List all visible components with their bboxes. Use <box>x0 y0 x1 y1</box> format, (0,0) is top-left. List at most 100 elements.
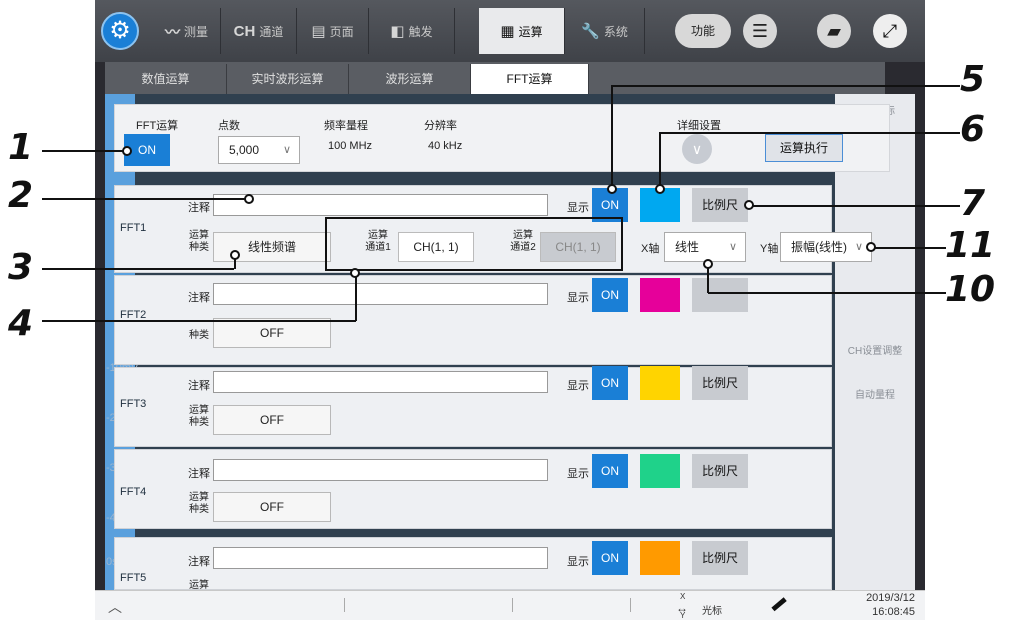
page-icon: ▤ <box>311 23 326 40</box>
note-input[interactable] <box>213 459 548 481</box>
chevron-down-icon[interactable]: ∨ <box>682 134 712 164</box>
scale-button[interactable] <box>692 278 748 312</box>
callout-2: 2 <box>8 175 34 216</box>
detail-settings-label: 详细设置 <box>677 120 721 132</box>
tab-channel[interactable]: CH 通道 <box>221 8 297 54</box>
subtab-realtime-wave[interactable]: 实时波形运算 <box>227 64 349 94</box>
tab-label: 页面 <box>329 24 354 39</box>
callout-line <box>872 247 946 249</box>
fft3-label: FFT3 <box>120 398 147 410</box>
display-label: 显示 <box>567 292 589 304</box>
function-button[interactable]: 功能 <box>675 14 731 48</box>
callout-5: 5 <box>960 59 986 100</box>
fft-label: FFT运算 <box>136 120 179 132</box>
callout-dot <box>655 184 665 194</box>
scale-button[interactable]: 比例尺 <box>692 541 748 575</box>
callout-dot <box>350 268 360 278</box>
color-swatch[interactable] <box>640 454 680 488</box>
xaxis-select[interactable]: 线性 ∨ <box>664 232 746 262</box>
display-label: 显示 <box>567 202 589 214</box>
channel-highlight-box <box>325 217 623 271</box>
subtab-numeric[interactable]: 数值运算 <box>105 64 227 94</box>
tab-system[interactable]: 🔧 系统 <box>565 8 645 54</box>
calc-label: 运算 <box>189 405 209 416</box>
divider <box>630 598 631 612</box>
tab-label: 运算 <box>518 24 543 39</box>
callout-dot <box>607 184 617 194</box>
tab-trigger[interactable]: ◧ 触发 <box>369 8 455 54</box>
cursor-y-label: Y <box>680 611 686 620</box>
note-input[interactable] <box>213 194 548 216</box>
display-on-button[interactable]: ON <box>592 278 628 312</box>
cursor-x-label: X <box>680 592 686 601</box>
callout-line <box>659 132 661 188</box>
calc-type-select[interactable]: OFF <box>213 318 331 348</box>
folder-icon[interactable]: ▰ <box>817 14 851 48</box>
status-bar <box>95 590 925 620</box>
points-label: 点数 <box>218 120 240 132</box>
yaxis-value: 振幅(线性) <box>791 240 847 254</box>
display-label: 显示 <box>567 556 589 568</box>
cursor-label: 光标 <box>702 606 722 617</box>
color-swatch[interactable] <box>640 278 680 312</box>
tab-page[interactable]: ▤ 页面 <box>297 8 369 54</box>
yaxis-label: Y轴 <box>760 243 779 255</box>
callout-line <box>355 275 357 321</box>
calc-type-select[interactable]: OFF <box>213 492 331 522</box>
callout-dot <box>744 200 754 210</box>
note-label: 注释 <box>188 292 210 304</box>
note-input[interactable] <box>213 547 548 569</box>
callout-7: 7 <box>960 183 986 224</box>
points-select[interactable]: 5,000 ∨ <box>218 136 300 164</box>
trigger-icon: ◧ <box>390 23 405 40</box>
resolution-label: 分辨率 <box>424 120 457 132</box>
scale-button[interactable]: 比例尺 <box>692 454 748 488</box>
callout-dot <box>230 250 240 260</box>
callout-line <box>42 198 246 200</box>
expand-icon[interactable]: ⤢ <box>873 14 907 48</box>
callout-dot <box>703 259 713 269</box>
note-label: 注释 <box>188 202 210 214</box>
list-icon[interactable]: ☰ <box>743 14 777 48</box>
callout-11: 11 <box>945 225 996 266</box>
scale-button[interactable]: 比例尺 <box>692 188 748 222</box>
sub-tab-bar: 数值运算 实时波形运算 波形运算 FFT运算 <box>105 62 885 94</box>
display-on-button[interactable]: ON <box>592 454 628 488</box>
chevron-up-icon[interactable]: ︿ <box>108 597 122 617</box>
chevron-down-icon: ∨ <box>282 144 291 156</box>
execute-button[interactable]: 运算执行 <box>765 134 843 162</box>
points-value: 5,000 <box>229 143 260 157</box>
scale-button[interactable]: 比例尺 <box>692 366 748 400</box>
ch-setting-label[interactable]: CH设置调整 <box>840 342 910 357</box>
note-input[interactable] <box>213 283 548 305</box>
note-input[interactable] <box>213 371 548 393</box>
display-on-button[interactable]: ON <box>592 541 628 575</box>
callout-line <box>660 132 960 134</box>
type-label: 种类 <box>189 242 209 253</box>
yaxis-select[interactable]: 振幅(线性) ∨ <box>780 232 872 262</box>
calc-label: 运算 <box>189 230 209 241</box>
xaxis-label: X轴 <box>641 243 660 255</box>
gear-icon[interactable]: ⚙ <box>101 12 139 50</box>
callout-dot <box>244 194 254 204</box>
calc-type-label: 运算 种类 <box>188 230 210 254</box>
time-label: 16:08:45 <box>872 606 915 618</box>
subtab-fft[interactable]: FFT运算 <box>471 64 589 94</box>
auto-range-label[interactable]: 自动量程 <box>840 386 910 401</box>
type-label: 种类 <box>189 504 209 515</box>
callout-line <box>612 85 960 87</box>
wrench-icon: 🔧 <box>581 23 600 40</box>
tab-measure[interactable]: 〰测量 <box>153 8 221 54</box>
tab-calculation[interactable]: ▦ 运算 <box>479 8 565 54</box>
date-label: 2019/3/12 <box>866 592 915 604</box>
display-on-button[interactable]: ON <box>592 366 628 400</box>
subtab-waveform[interactable]: 波形运算 <box>349 64 471 94</box>
calc-type-select[interactable]: OFF <box>213 405 331 435</box>
tab-label: 触发 <box>408 24 433 39</box>
callout-dot <box>122 146 132 156</box>
color-swatch[interactable] <box>640 541 680 575</box>
color-swatch[interactable] <box>640 366 680 400</box>
callout-line <box>42 150 124 152</box>
freq-range-value: 100 MHz <box>328 140 373 152</box>
fft5-label: FFT5 <box>120 572 147 584</box>
